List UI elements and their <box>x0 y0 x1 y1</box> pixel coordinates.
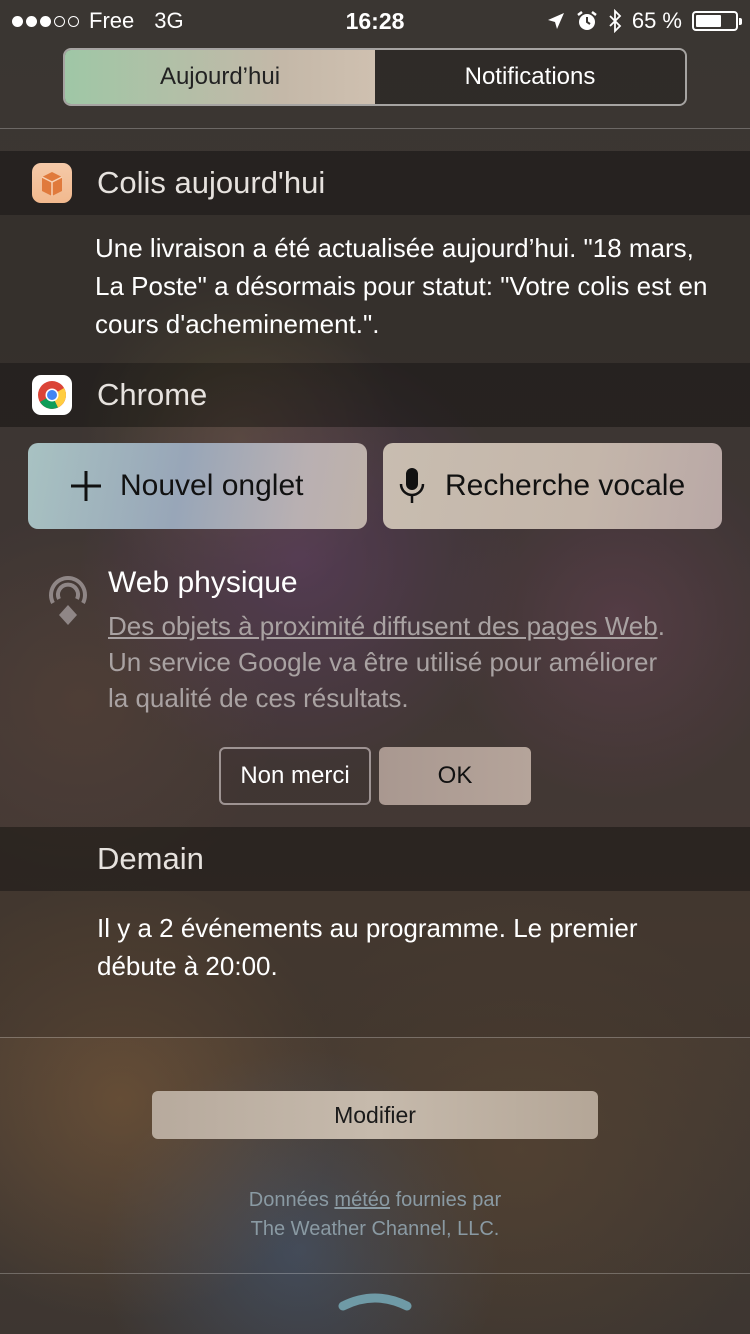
bluetooth-icon <box>609 9 622 33</box>
alarm-clock-icon <box>577 11 597 30</box>
divider <box>0 128 750 129</box>
tomorrow-widget-body[interactable]: Il y a 2 événements au programme. Le pre… <box>0 891 750 1037</box>
physical-web-icon <box>49 576 87 625</box>
voice-search-button[interactable]: Recherche vocale <box>383 443 722 529</box>
divider <box>0 1037 750 1038</box>
package-icon <box>32 163 72 203</box>
decline-button[interactable]: Non merci <box>219 747 371 805</box>
weather-link[interactable]: météo <box>334 1189 390 1211</box>
microphone-icon <box>399 468 425 503</box>
weather-credit-prefix: Données <box>248 1189 335 1211</box>
status-bar: Free 3G 16:28 65 % <box>0 0 750 40</box>
tab-notifications[interactable]: Notifications <box>375 50 685 104</box>
ok-button[interactable]: OK <box>379 747 531 805</box>
physical-web-description: Des objets à proximité diffusent des pag… <box>108 608 668 716</box>
battery-icon <box>692 11 742 31</box>
weather-credit: Données météo fournies par The Weather C… <box>0 1186 750 1244</box>
divider <box>0 1273 750 1274</box>
physical-web-title: Web physique <box>108 566 298 599</box>
battery-percent: 65 % <box>631 8 682 33</box>
chrome-widget-title: Chrome <box>97 377 208 412</box>
status-right: 65 % <box>546 8 742 34</box>
edit-button[interactable]: Modifier <box>152 1091 598 1139</box>
tomorrow-events-text: Il y a 2 événements au programme. Le pre… <box>97 913 638 981</box>
tab-today[interactable]: Aujourd’hui <box>65 50 375 104</box>
colis-delivery-text: Une livraison a été actualisée aujourd’h… <box>95 233 708 339</box>
voice-search-label: Recherche vocale <box>445 469 686 502</box>
chrome-widget-header[interactable]: Chrome <box>0 363 750 427</box>
new-tab-button[interactable]: Nouvel onglet <box>28 443 367 529</box>
view-segmented-control: Aujourd’hui Notifications <box>63 48 687 106</box>
weather-credit-suffix: fournies par <box>390 1189 502 1211</box>
chrome-logo-icon <box>32 375 72 415</box>
close-handle-icon[interactable] <box>337 1288 413 1314</box>
colis-widget-title: Colis aujourd'hui <box>97 165 326 200</box>
tomorrow-widget-header[interactable]: Demain <box>0 827 750 891</box>
new-tab-label: Nouvel onglet <box>120 469 304 502</box>
location-arrow-icon <box>547 13 564 29</box>
physical-web-link[interactable]: Des objets à proximité diffusent des pag… <box>108 611 658 641</box>
weather-credit-provider: The Weather Channel, LLC. <box>250 1218 500 1240</box>
colis-widget-header[interactable]: Colis aujourd'hui <box>0 151 750 215</box>
tomorrow-widget-title: Demain <box>97 841 204 876</box>
colis-widget-body[interactable]: Une livraison a été actualisée aujourd’h… <box>0 215 750 363</box>
plus-icon <box>71 471 101 501</box>
